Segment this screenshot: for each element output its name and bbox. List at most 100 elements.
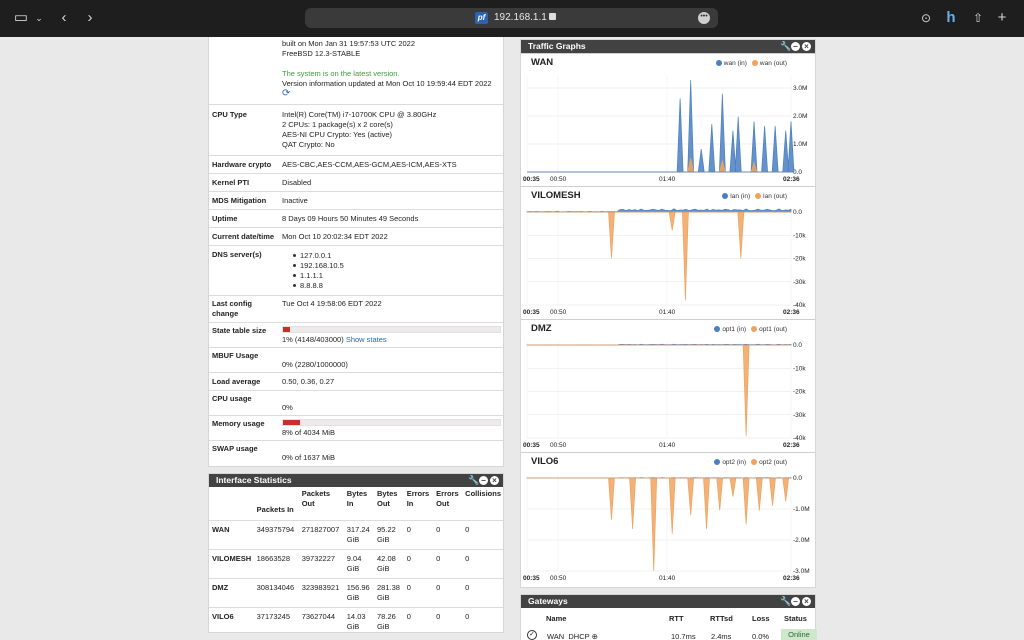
col-header: Errors In (406, 489, 430, 508)
y-tick-label: 0.0 (793, 169, 802, 176)
graph-vilo6: VILO6 opt2 (in) opt2 (out) 0.0 -1.0M -2.0M -3.… (521, 452, 815, 583)
cell: 0 (403, 548, 434, 578)
row-label: Hardware crypto (212, 160, 272, 169)
minimize-icon[interactable]: − (479, 476, 488, 485)
interface-statistics-panel: Interface Statistics 🔧 − × Packets In Pack… (208, 473, 504, 633)
row-value: Tue Oct 4 19:58:06 EDT 2022 (282, 299, 382, 308)
col-header: RTT (669, 614, 684, 623)
x-tick-label: 02:36 (783, 176, 800, 183)
row-label: Memory usage (212, 419, 265, 428)
cell: 73627044 (298, 606, 344, 632)
extension-icon[interactable]: h (944, 9, 958, 27)
cell: 42.08 GiB (374, 548, 404, 578)
row-hardware-crypto: Hardware crypto AES-CBC,AES-CCM,AES-GCM,… (209, 155, 503, 173)
wrench-icon[interactable]: 🔧 (780, 597, 791, 606)
wrench-icon[interactable]: 🔧 (468, 476, 479, 485)
series-out-area (527, 344, 791, 437)
update-info: Version information updated at Mon Oct 1… (282, 79, 492, 88)
x-tick-label: 00:50 (550, 575, 567, 582)
cell: 0 (433, 577, 463, 607)
row-value: 0% of 1637 MiB (282, 453, 335, 462)
cell: 271827007 (298, 519, 344, 549)
graph-canvas: 0.0 -10k -20k -30k -40k 00:35 00:50 01:40 02:36 (523, 208, 806, 316)
x-tick-label: 01:40 (659, 575, 676, 582)
y-tick-label: 2.0M (793, 113, 807, 120)
x-tick-label: 01:40 (659, 176, 676, 183)
bar-fill (283, 327, 290, 332)
row-value: 0% (282, 403, 293, 412)
table-row: VILO6 37173245 73627044 14.03 GiB 78.26 … (209, 606, 503, 632)
x-tick-label: 00:35 (523, 442, 540, 449)
row-dns-servers: DNS server(s) 127.0.0.1 192.168.10.5 1.1… (209, 245, 503, 295)
panel-header: Interface Statistics 🔧 − × (209, 474, 503, 487)
new-tab-button[interactable]: + (995, 9, 1009, 27)
y-tick-label: -10k (793, 365, 806, 372)
address-bar[interactable]: pf 192.168.1.1 ••• (305, 8, 718, 28)
graph-canvas: 0.0 -1.0M -2.0M -3.0M 00:35 00:50 01:40 02:36 (523, 475, 810, 582)
show-states-link[interactable]: Show states (346, 335, 387, 344)
refresh-icon[interactable]: ⟳ (282, 89, 290, 99)
chevron-down-icon[interactable]: ⌄ (34, 9, 44, 27)
row-mbuf-usage: MBUF Usage 0% (2280/1000000) (209, 347, 503, 372)
close-icon[interactable]: × (802, 597, 811, 606)
col-header: Bytes In (346, 489, 368, 508)
globe-icon: ⊕ (591, 632, 598, 640)
list-item: 8.8.8.8 (291, 281, 344, 291)
traffic-graphs-panel: Traffic Graphs 🔧 − × WAN wan (in) wan (out) 3… (520, 39, 816, 588)
system-information-panel: built on Mon Jan 31 19:57:53 UTC 2022 Fr… (208, 37, 504, 467)
back-button[interactable]: ‹ (57, 9, 71, 27)
x-tick-label: 00:35 (523, 575, 540, 582)
row-cpu-usage: CPU usage 0% (209, 390, 503, 415)
graph-dmz: DMZ opt1 (in) opt1 (out) 0.0 -10k -20k -30k -40… (521, 319, 815, 450)
cell: 78.26 GiB (374, 606, 404, 632)
cell: 9.04 GiB (343, 548, 375, 578)
x-tick-label: 00:35 (523, 309, 540, 316)
cell: 18663528 (253, 548, 299, 578)
minimize-icon[interactable]: − (791, 597, 800, 606)
panel-header: Traffic Graphs 🔧 − × (521, 40, 815, 53)
col-header: Collisions (465, 489, 501, 498)
browser-toolbar: ▭ ⌄ ‹ › pf 192.168.1.1 ••• ⊙ h ⇧ + (0, 0, 1024, 37)
list-item: 192.168.10.5 (291, 261, 344, 271)
gateways-panel: Gateways 🔧 − × Name RTT RTTsd Loss Status … (520, 594, 817, 640)
forward-button[interactable]: › (83, 9, 97, 27)
row-label: State table size (212, 326, 267, 335)
cpu-qat: QAT Crypto: No (282, 140, 335, 149)
sidebar-toggle-icon[interactable]: ▭ (13, 9, 29, 27)
y-tick-label: 0.0 (793, 209, 802, 216)
minimize-icon[interactable]: − (791, 42, 800, 51)
state-table-bar (282, 326, 501, 333)
download-icon[interactable]: ⊙ (919, 9, 933, 27)
table-row: VILOMESH 18663528 39732227 9.04 GiB 42.0… (209, 548, 503, 578)
y-tick-label: -20k (793, 389, 806, 396)
more-options-icon[interactable]: ••• (698, 12, 710, 24)
row-label: Last config change (212, 299, 253, 318)
x-tick-label: 02:36 (783, 309, 800, 316)
x-tick-label: 01:40 (659, 442, 676, 449)
share-icon[interactable]: ⇧ (971, 9, 985, 27)
row-label: Load average (212, 377, 261, 386)
build-line: built on Mon Jan 31 19:57:53 UTC 2022 (282, 39, 416, 48)
row-value: 8% of 4034 MiB (282, 428, 335, 437)
cell: 37173245 (253, 606, 299, 632)
wrench-icon[interactable]: 🔧 (780, 42, 791, 51)
close-icon[interactable]: × (490, 476, 499, 485)
row-cpu-type: CPU Type Intel(R) Core(TM) i7-10700K CPU… (209, 104, 503, 155)
bar-fill (283, 420, 301, 425)
row-label: Uptime (212, 214, 238, 223)
cell: 0 (433, 606, 463, 632)
cpu-aesni: AES-NI CPU Crypto: Yes (active) (282, 130, 393, 139)
cell: 0 (462, 606, 503, 632)
gateway-name-text: WAN_DHCP (547, 632, 590, 640)
cell: 0 (403, 577, 434, 607)
close-icon[interactable]: × (802, 42, 811, 51)
graph-canvas: 0.0 -10k -20k -30k -40k 00:35 00:50 01:40 02:36 (523, 342, 806, 449)
url-text: 192.168.1.1 (494, 12, 547, 23)
x-tick-label: 00:50 (550, 442, 567, 449)
y-tick-label: -20k (793, 256, 806, 263)
row-load-average: Load average 0.50, 0.36, 0.27 (209, 372, 503, 390)
x-tick-label: 02:36 (783, 575, 800, 582)
col-header: Packets In (256, 505, 294, 514)
interface-name: VILO6 (209, 606, 254, 632)
row-label: MBUF Usage (212, 351, 259, 360)
